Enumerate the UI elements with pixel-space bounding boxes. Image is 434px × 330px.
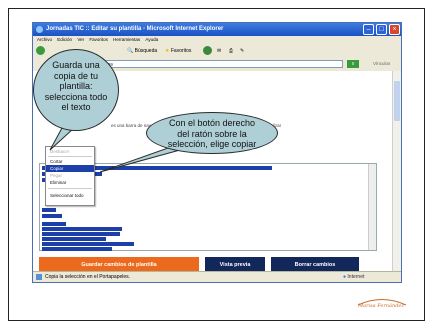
- callout-line: plantilla:: [59, 81, 93, 91]
- callout-line: copia de tu: [53, 70, 99, 81]
- callout-line: Guarda una: [52, 60, 100, 70]
- callout2-tail: [99, 147, 181, 173]
- callout1-tail: [49, 127, 76, 151]
- callout-line: selecciona todo: [44, 91, 108, 102]
- callout-line: el texto: [61, 102, 91, 112]
- callout-line: del ratón sobre la: [177, 128, 247, 139]
- callout-line: selección, elige copiar: [167, 139, 257, 149]
- callout-select-all: Guarda una copia de tu plantilla: selecc…: [33, 49, 119, 131]
- callout-line: Con el botón derecho: [168, 118, 256, 128]
- author-logo: Marisa Fernández: [358, 303, 404, 309]
- callout-right-click-copy: Con el botón derecho del ratón sobre la …: [146, 112, 278, 154]
